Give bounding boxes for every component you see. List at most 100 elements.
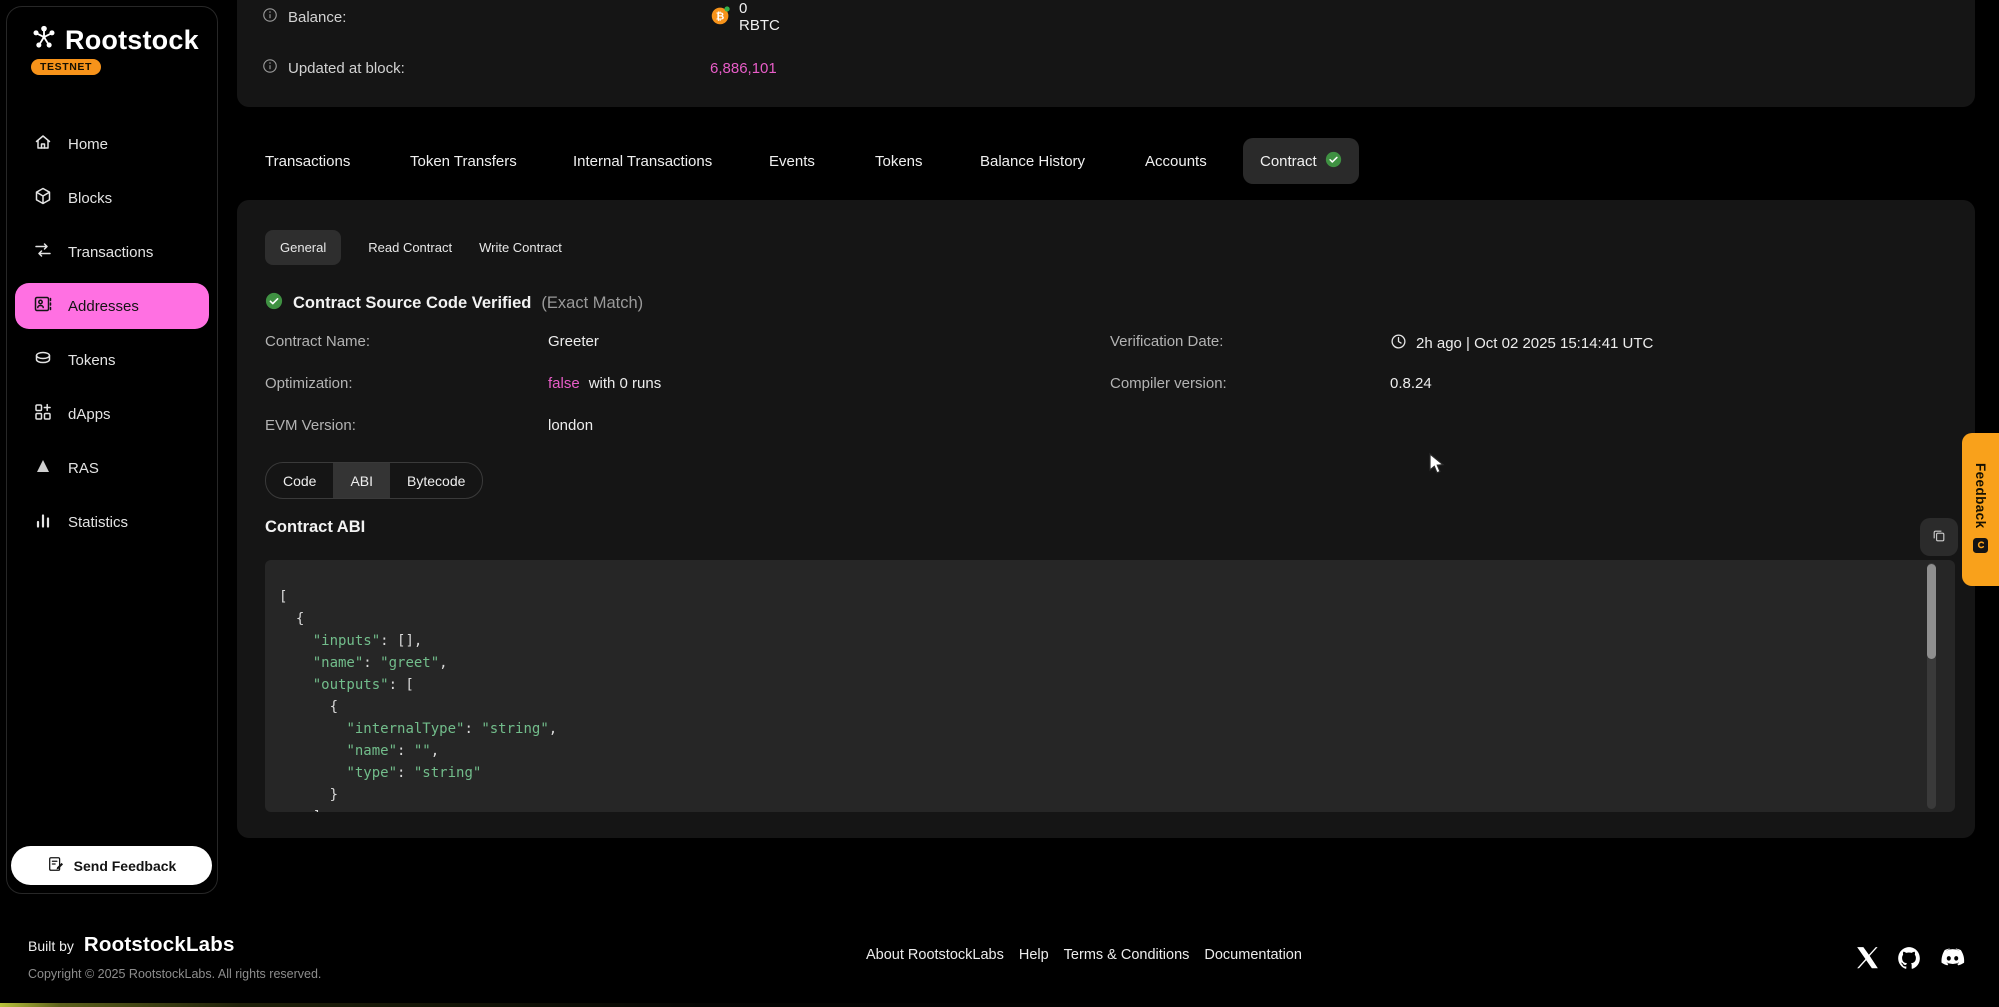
compiler-version-value: 0.8.24	[1390, 375, 1432, 392]
address-summary-card: Balance: ₿ 0 RBTC Updated at block: 6,88…	[237, 0, 1975, 107]
tab-tokens[interactable]: Tokens	[875, 138, 923, 184]
svg-text:₿: ₿	[716, 10, 725, 22]
footer-link-help[interactable]: Help	[1019, 947, 1049, 963]
contract-subtabs: General Read Contract Write Contract	[265, 230, 562, 265]
optimization-value: false with 0 runs	[548, 375, 661, 392]
tab-contract[interactable]: Contract	[1243, 138, 1359, 184]
balance-row: Balance: ₿ 0 RBTC	[262, 3, 346, 31]
apps-grid-plus-icon	[33, 402, 53, 426]
sidebar-item-label: RAS	[68, 460, 99, 477]
footer: Built by RootstockLabs Copyright © 2025 …	[0, 897, 1999, 1007]
code-tab-code[interactable]: Code	[266, 463, 333, 498]
contract-name-label: Contract Name:	[265, 333, 370, 350]
brand-logo[interactable]: Rootstock	[29, 23, 199, 58]
feedback-edge-tab[interactable]: Feedback	[1962, 433, 1999, 586]
code-scrollbar-thumb[interactable]	[1927, 564, 1936, 659]
sidebar-item-label: Addresses	[68, 298, 139, 315]
contract-panel: General Read Contract Write Contract Con…	[237, 200, 1975, 838]
transfer-arrows-icon	[33, 240, 53, 264]
verified-check-icon	[1325, 151, 1342, 172]
home-icon	[33, 132, 53, 156]
code-view-switcher: Code ABI Bytecode	[265, 462, 483, 499]
rbtc-coin-icon: ₿	[710, 5, 731, 30]
tab-internal-transactions[interactable]: Internal Transactions	[573, 138, 712, 184]
rootstocklabs-wordmark[interactable]: RootstockLabs	[84, 933, 235, 957]
sidebar-item-transactions[interactable]: Transactions	[15, 229, 209, 275]
evm-version-label: EVM Version:	[265, 417, 356, 434]
tab-transactions[interactable]: Transactions	[265, 138, 350, 184]
send-feedback-label: Send Feedback	[74, 858, 177, 874]
rootstock-flower-icon	[29, 23, 59, 58]
tab-balance-history[interactable]: Balance History	[980, 138, 1085, 184]
updated-block-row: Updated at block: 6,886,101	[262, 54, 405, 82]
evm-version-value: london	[548, 417, 593, 434]
sidebar-item-statistics[interactable]: Statistics	[15, 499, 209, 545]
code-scrollbar-track[interactable]	[1927, 563, 1936, 809]
sidebar-item-label: Transactions	[68, 244, 153, 261]
feedback-chat-icon	[1973, 538, 1988, 556]
sidebar: Rootstock TESTNET Home Blocks Transactio…	[6, 6, 218, 894]
subtab-read-contract[interactable]: Read Contract	[368, 230, 452, 265]
footer-link-terms[interactable]: Terms & Conditions	[1064, 947, 1190, 963]
abi-heading: Contract ABI	[265, 518, 365, 537]
sidebar-item-label: Home	[68, 136, 108, 153]
triangle-icon	[33, 456, 53, 480]
verification-date-value: 2h ago | Oct 02 2025 15:14:41 UTC	[1390, 333, 1653, 354]
testnet-badge: TESTNET	[31, 59, 101, 75]
abi-code-block[interactable]: [ { "inputs": [], "name": "greet", "outp…	[265, 560, 1955, 812]
sidebar-item-label: Tokens	[68, 352, 116, 369]
subtab-write-contract[interactable]: Write Contract	[479, 230, 562, 265]
clock-icon	[1390, 333, 1407, 354]
tab-events[interactable]: Events	[769, 138, 815, 184]
sidebar-item-tokens[interactable]: Tokens	[15, 337, 209, 383]
built-by-label: Built by	[28, 938, 74, 954]
copy-icon	[1931, 528, 1947, 547]
balance-value: ₿ 0 RBTC	[710, 0, 780, 34]
footer-link-about[interactable]: About RootstockLabs	[866, 947, 1004, 963]
brand-name: Rootstock	[65, 25, 199, 56]
contact-card-icon	[33, 294, 53, 318]
tab-token-transfers[interactable]: Token Transfers	[410, 138, 517, 184]
footer-gradient-bar	[0, 1003, 1999, 1007]
bar-chart-icon	[33, 510, 53, 534]
footer-link-documentation[interactable]: Documentation	[1204, 947, 1302, 963]
sidebar-item-dapps[interactable]: dApps	[15, 391, 209, 437]
sidebar-item-blocks[interactable]: Blocks	[15, 175, 209, 221]
cube-icon	[33, 186, 53, 210]
info-icon[interactable]	[262, 58, 278, 79]
contract-name-value: Greeter	[548, 333, 599, 350]
social-links	[1856, 944, 1966, 971]
balance-label: Balance:	[288, 9, 346, 26]
sidebar-item-ras[interactable]: RAS	[15, 445, 209, 491]
verified-suffix: (Exact Match)	[541, 294, 643, 313]
sidebar-item-label: dApps	[68, 406, 111, 423]
footer-links: About RootstockLabs Help Terms & Conditi…	[866, 947, 1302, 963]
verification-date-label: Verification Date:	[1110, 333, 1223, 350]
sidebar-item-home[interactable]: Home	[15, 121, 209, 167]
discord-icon[interactable]	[1939, 944, 1966, 971]
optimization-label: Optimization:	[265, 375, 353, 392]
verified-title: Contract Source Code Verified	[293, 294, 531, 313]
copyright-text: Copyright © 2025 RootstockLabs. All righ…	[28, 967, 321, 981]
copy-abi-button[interactable]	[1920, 518, 1958, 556]
edit-document-icon	[47, 855, 65, 876]
feedback-tab-label: Feedback	[1973, 463, 1988, 528]
code-tab-bytecode[interactable]: Bytecode	[390, 463, 482, 498]
github-icon[interactable]	[1896, 945, 1922, 971]
sidebar-item-addresses[interactable]: Addresses	[15, 283, 209, 329]
compiler-version-label: Compiler version:	[1110, 375, 1227, 392]
send-feedback-button[interactable]: Send Feedback	[11, 846, 212, 885]
code-tab-abi[interactable]: ABI	[333, 463, 390, 498]
tab-accounts[interactable]: Accounts	[1145, 138, 1207, 184]
sidebar-item-label: Blocks	[68, 190, 112, 207]
subtab-general[interactable]: General	[265, 230, 341, 265]
address-tabs: Transactions Token Transfers Internal Tr…	[237, 138, 1975, 184]
updated-block-label: Updated at block:	[288, 60, 405, 77]
x-twitter-icon[interactable]	[1856, 946, 1879, 969]
verified-check-icon	[265, 292, 283, 315]
coin-icon	[33, 348, 53, 372]
verified-banner: Contract Source Code Verified (Exact Mat…	[265, 292, 643, 315]
updated-block-value[interactable]: 6,886,101	[710, 60, 777, 77]
sidebar-item-label: Statistics	[68, 514, 128, 531]
info-icon[interactable]	[262, 7, 278, 28]
